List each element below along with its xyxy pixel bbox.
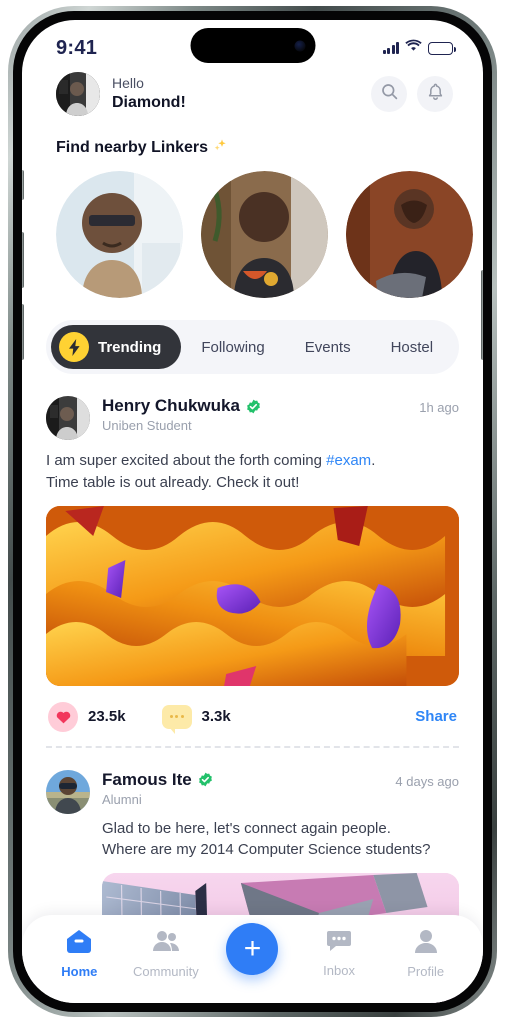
- home-icon: [66, 929, 92, 959]
- battery-full-icon: [428, 41, 456, 55]
- post-image-abstract-orange[interactable]: [46, 505, 459, 686]
- create-post-button[interactable]: +: [213, 923, 291, 975]
- nav-item-home[interactable]: Home: [40, 929, 118, 979]
- phone-bezel: 9:41 Hello Diamond! Find nearby Linkers …: [13, 11, 492, 1012]
- post-author-row: Henry Chukwuka: [102, 396, 407, 416]
- tab-label: Trending: [98, 338, 162, 356]
- header-actions: [371, 76, 453, 112]
- wifi-icon: [405, 39, 422, 57]
- app-header: Hello Diamond!: [22, 66, 483, 116]
- search-icon: [381, 83, 398, 105]
- like-count: 23.5k: [88, 708, 126, 725]
- status-bar: 9:41: [22, 20, 483, 66]
- nav-item-profile[interactable]: Profile: [387, 929, 465, 979]
- post-text: Glad to be here, let's connect again peo…: [46, 818, 459, 862]
- feed: Henry Chukwuka Uniben Student 1h ago I a…: [22, 392, 483, 1003]
- tabs-container: Trending Following Events Hostel: [22, 298, 483, 374]
- nav-item-inbox[interactable]: Inbox: [300, 929, 378, 978]
- share-button[interactable]: Share: [415, 708, 457, 725]
- phone-frame: 9:41 Hello Diamond! Find nearby Linkers …: [8, 6, 497, 1017]
- post-timestamp: 1h ago: [419, 400, 459, 415]
- nav-label: Inbox: [323, 963, 355, 978]
- post-meta: Henry Chukwuka Uniben Student: [102, 396, 407, 434]
- user-name: Diamond!: [112, 93, 186, 111]
- post-author-role: Alumni: [102, 791, 142, 807]
- post-author-name: Henry Chukwuka: [102, 396, 240, 415]
- post-text: I am super excited about the forth comin…: [46, 450, 459, 494]
- greeting-label: Hello: [112, 75, 144, 92]
- verified-badge-icon: [246, 399, 261, 414]
- heart-icon: [48, 701, 78, 732]
- chat-icon: [326, 929, 352, 958]
- feed-tabs: Trending Following Events Hostel: [46, 320, 459, 374]
- lightning-bolt-icon: [59, 332, 89, 362]
- post-engagement: 23.5k 3.3k Share: [46, 686, 459, 746]
- tab-trending[interactable]: Trending: [51, 325, 182, 369]
- front-camera-icon: [294, 40, 305, 51]
- post-header: Henry Chukwuka Uniben Student 1h ago: [46, 396, 459, 440]
- post: Henry Chukwuka Uniben Student 1h ago I a…: [46, 392, 459, 748]
- fab-label: +: [243, 932, 262, 965]
- avatar[interactable]: [46, 396, 90, 440]
- post-text-line1-end: .: [371, 452, 376, 469]
- volume-up-button[interactable]: [22, 232, 24, 288]
- post-text-line1: I am super excited about the forth comin…: [46, 452, 327, 469]
- notifications-button[interactable]: [417, 76, 453, 112]
- linkers-section-title: Find nearby Linkers: [22, 116, 483, 157]
- phone-screen: 9:41 Hello Diamond! Find nearby Linkers …: [22, 20, 483, 1003]
- linkers-title-label: Find nearby Linkers: [56, 138, 209, 156]
- post-author-row: Famous Ite: [102, 770, 383, 790]
- tab-label: Following: [201, 338, 265, 356]
- post-meta: Famous Ite Alumni: [102, 770, 383, 808]
- post-timestamp: 4 days ago: [395, 773, 459, 789]
- comment-bubble-icon: [161, 704, 192, 734]
- dynamic-island: [190, 28, 315, 63]
- post-text-line2: Time table is out already. Check it out!: [46, 473, 300, 491]
- post-text-line2: Where are my 2014 Computer Science stude…: [102, 841, 431, 859]
- silent-switch[interactable]: [22, 170, 24, 200]
- list-item[interactable]: [201, 171, 328, 298]
- status-icons: [382, 39, 456, 57]
- person-icon: [414, 929, 438, 959]
- nav-label: Community: [133, 964, 199, 979]
- plus-icon[interactable]: +: [226, 923, 279, 975]
- sparkles-icon: [213, 138, 227, 157]
- post-author-role: Uniben Student: [102, 418, 192, 434]
- bell-icon: [427, 83, 444, 106]
- verified-badge-icon: [198, 772, 213, 787]
- comment-button[interactable]: 3.3k: [161, 704, 231, 734]
- comment-count: 3.3k: [201, 708, 231, 725]
- post-text-line1: Glad to be here, let's connect again peo…: [102, 819, 391, 837]
- nav-label: Profile: [407, 964, 445, 979]
- nav-item-community[interactable]: Community: [127, 929, 205, 979]
- avatar[interactable]: [56, 72, 100, 116]
- power-button[interactable]: [481, 270, 483, 360]
- people-icon: [152, 929, 180, 959]
- post-author-name: Famous Ite: [102, 769, 192, 789]
- list-item[interactable]: [56, 171, 183, 298]
- tab-events[interactable]: Events: [285, 325, 371, 369]
- tab-label: Hostel: [390, 338, 434, 356]
- tab-following[interactable]: Following: [181, 325, 284, 369]
- volume-down-button[interactable]: [22, 304, 24, 360]
- greeting-block[interactable]: Hello Diamond!: [56, 72, 186, 116]
- post-hashtag[interactable]: #exam: [326, 452, 371, 469]
- nav-label: Home: [61, 964, 98, 979]
- list-item[interactable]: [346, 171, 473, 298]
- bottom-navigation: Home Community + Inbox Profile: [22, 915, 483, 1003]
- avatar[interactable]: [46, 769, 90, 814]
- post-divider: [46, 745, 459, 748]
- tab-hostel[interactable]: Hostel: [371, 325, 454, 369]
- linkers-carousel[interactable]: [22, 157, 483, 298]
- tab-label: Events: [304, 338, 351, 356]
- cellular-signal-icon: [382, 42, 399, 54]
- greeting-text: Hello Diamond!: [112, 75, 186, 113]
- post-header: Famous Ite Alumni 4 days ago: [46, 769, 459, 814]
- like-button[interactable]: 23.5k: [48, 701, 126, 732]
- status-time: 9:41: [56, 36, 98, 59]
- search-button[interactable]: [371, 76, 407, 112]
